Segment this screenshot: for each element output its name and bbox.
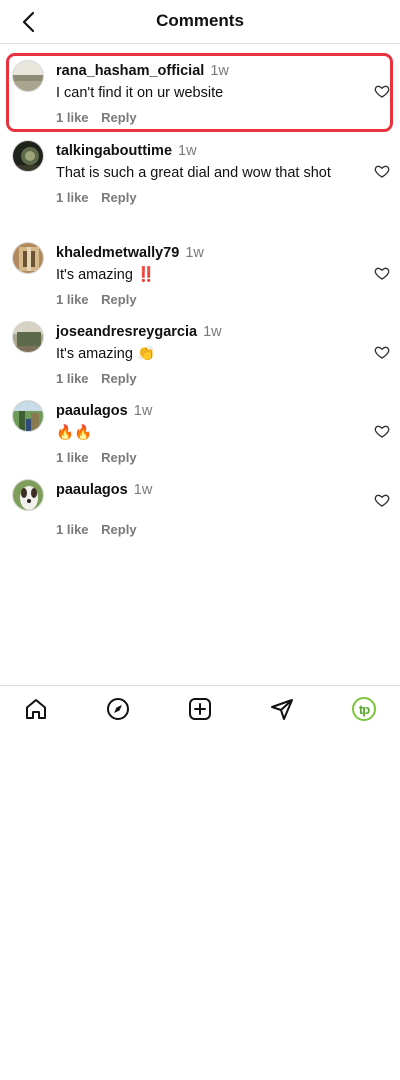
avatar[interactable] (12, 321, 44, 353)
tab-create[interactable] (187, 696, 213, 722)
tab-explore[interactable] (105, 696, 131, 722)
like-count[interactable]: 1 like (56, 292, 89, 307)
comment-username[interactable]: joseandresreygarcia (56, 324, 197, 340)
reply-button[interactable]: Reply (101, 190, 136, 205)
comment-time: 1w (210, 63, 229, 79)
comment-body: talkingabouttime 1w That is such a great… (56, 141, 360, 206)
avatar[interactable] (12, 479, 44, 511)
comment-time: 1w (185, 245, 204, 261)
comment-text: I can't find it on ur website (56, 85, 224, 101)
tab-direct[interactable] (269, 696, 295, 722)
avatar[interactable] (12, 60, 44, 92)
tab-home[interactable] (23, 696, 49, 722)
comment-time: 1w (133, 482, 153, 498)
comment-text: 🔥🔥 (56, 425, 93, 441)
comments-list: rana_hasham_official 1w I can't find it … (0, 51, 400, 549)
comment-item: khaledmetwally79 1w It's amazing ‼️ 1 li… (0, 233, 400, 312)
avatar[interactable] (12, 400, 44, 432)
reply-button[interactable]: Reply (101, 450, 136, 465)
avatar[interactable] (12, 242, 44, 274)
avatar[interactable] (12, 140, 44, 172)
comment-item: joseandresreygarcia 1w It's amazing 👏 1 … (0, 312, 400, 391)
comment-body: khaledmetwally79 1w It's amazing ‼️ 1 li… (56, 243, 360, 308)
comment-username[interactable]: paaulagos (56, 482, 128, 498)
like-count[interactable]: 1 like (56, 190, 89, 205)
direct-send-icon (271, 699, 293, 720)
comment-text: It's amazing ‼️ (56, 267, 155, 283)
comment-username[interactable]: rana_hasham_official (56, 63, 204, 79)
comment-body: paaulagos 1w 🔥🔥 1 like Reply (56, 401, 360, 466)
page-title: Comments (156, 11, 244, 30)
comment-time: 1w (133, 403, 153, 419)
reply-button[interactable]: Reply (101, 110, 136, 125)
comment-body: paaulagos 1w 1 like Reply (56, 480, 360, 538)
tab-profile[interactable]: tp (351, 696, 377, 722)
profile-tp-logo: tp (352, 697, 376, 721)
heart-icon[interactable] (374, 423, 390, 439)
comment-text (56, 501, 360, 516)
heart-icon[interactable] (374, 344, 390, 360)
comment-username[interactable]: talkingabouttime (56, 143, 172, 159)
comment-text: That is such a great dial and wow that s… (56, 165, 331, 181)
reply-button[interactable]: Reply (101, 371, 136, 386)
comment-time: 1w (203, 324, 222, 340)
logo-text: tp (358, 701, 370, 717)
comment-username[interactable]: paaulagos (56, 403, 128, 419)
comment-time: 1w (178, 143, 197, 159)
heart-icon[interactable] (374, 265, 390, 281)
comment-username[interactable]: khaledmetwally79 (56, 245, 179, 261)
comment-body: joseandresreygarcia 1w It's amazing 👏 1 … (56, 322, 360, 387)
heart-icon[interactable] (374, 83, 390, 99)
create-plus-icon (189, 698, 211, 720)
like-count[interactable]: 1 like (56, 371, 89, 386)
comment-item: talkingabouttime 1w That is such a great… (0, 133, 400, 233)
comment-item: paaulagos 1w 🔥🔥 1 like Reply (0, 391, 400, 470)
heart-icon[interactable] (374, 492, 390, 508)
heart-icon[interactable] (374, 163, 390, 179)
home-icon (26, 699, 46, 719)
header-bar: Comments (0, 0, 400, 44)
comment-body: rana_hasham_official 1w I can't find it … (56, 61, 360, 126)
explore-compass-icon (107, 698, 129, 720)
like-count[interactable]: 1 like (56, 110, 89, 125)
reply-button[interactable]: Reply (101, 522, 136, 537)
reply-button[interactable]: Reply (101, 292, 136, 307)
comment-item: rana_hasham_official 1w I can't find it … (0, 51, 400, 133)
comment-text: It's amazing 👏 (56, 346, 155, 362)
like-count[interactable]: 1 like (56, 450, 89, 465)
comment-item: paaulagos 1w 1 like Reply (0, 470, 400, 549)
like-count[interactable]: 1 like (56, 522, 89, 537)
bottom-tab-bar: tp (0, 685, 400, 731)
